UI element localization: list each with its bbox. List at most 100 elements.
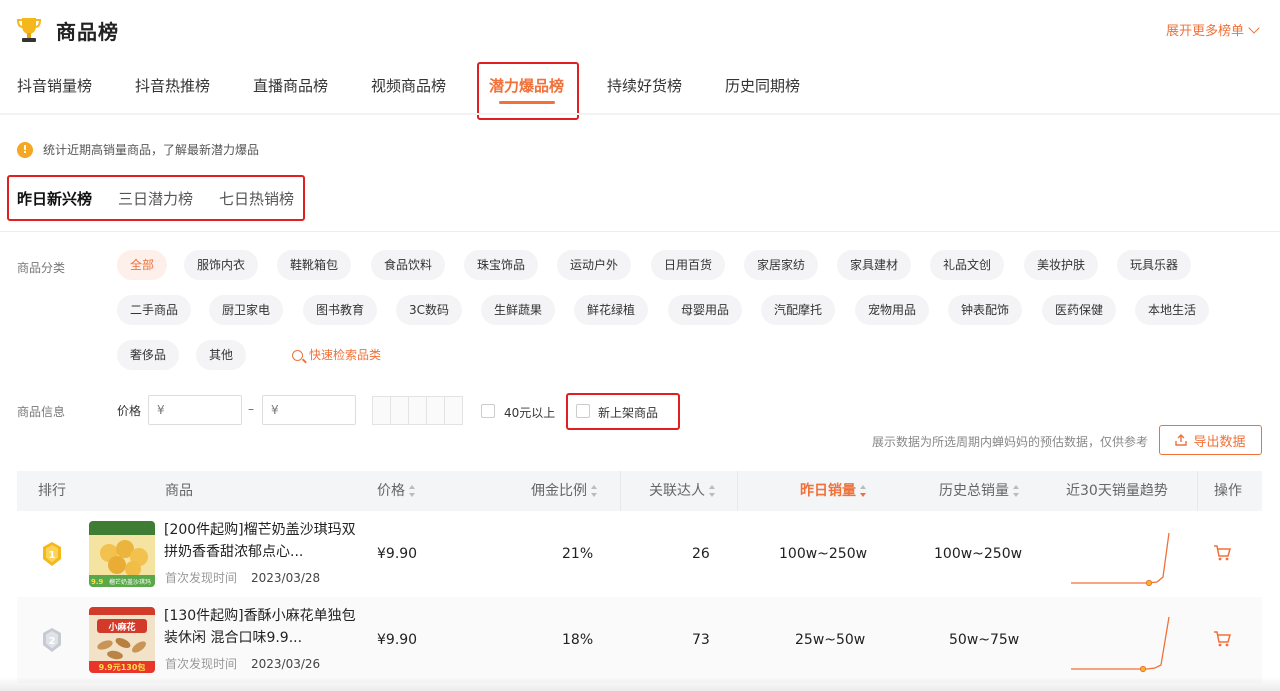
- header-price-label: 价格: [377, 483, 405, 499]
- category-chip[interactable]: 玩具乐器: [1117, 250, 1192, 280]
- category-chip[interactable]: 其他: [196, 340, 247, 370]
- category-chip-all[interactable]: 全部: [117, 250, 168, 280]
- quick-search-label: 快速检索品类: [309, 348, 382, 362]
- product-thumbnail[interactable]: 9.9 榴芒奶盖沙琪玛: [89, 521, 155, 587]
- tab-label: 抖音销量榜: [17, 77, 93, 95]
- preset-cell: [427, 397, 445, 424]
- header-action: 操作: [1214, 483, 1242, 499]
- header-total-sales[interactable]: 历史总销量: [939, 471, 1020, 511]
- category-chip[interactable]: 二手商品: [117, 295, 192, 325]
- yesterday-sales-cell: 100w~250w: [779, 546, 868, 562]
- product-name[interactable]: [200件起购]榴芒奶盖沙琪玛双拼奶香香甜浓郁点心...: [164, 519, 364, 563]
- sales-trend-sparkline[interactable]: [1067, 527, 1177, 587]
- info-notice: ! 统计近期高销量商品，了解最新潜力爆品: [17, 141, 259, 158]
- category-chip[interactable]: 鞋靴箱包: [277, 250, 352, 280]
- subtab-yesterday-new[interactable]: 昨日新兴榜: [17, 188, 92, 209]
- price-range-dash: –: [248, 402, 254, 416]
- category-chip[interactable]: 家居家纺: [744, 250, 819, 280]
- preset-cell: [391, 397, 409, 424]
- price-max-input[interactable]: [262, 395, 356, 425]
- trophy-icon: [16, 18, 42, 42]
- new-listed-checkbox[interactable]: [576, 404, 590, 418]
- sales-trend-sparkline[interactable]: [1067, 613, 1177, 673]
- tab-label: 视频商品榜: [371, 77, 447, 95]
- category-chip[interactable]: 本地生活: [1135, 295, 1210, 325]
- category-chip[interactable]: 3C数码: [396, 295, 463, 325]
- header-price[interactable]: 价格: [377, 471, 416, 511]
- svg-text:9.9: 9.9: [91, 578, 104, 586]
- first-found-label: 首次发现时间: [165, 657, 238, 671]
- cart-icon[interactable]: [1213, 545, 1231, 561]
- tab-potential-hits[interactable]: 潜力爆品榜: [489, 62, 564, 112]
- category-chip[interactable]: 珠宝饰品: [464, 250, 539, 280]
- header-rank: 排行: [38, 483, 66, 499]
- category-chip[interactable]: 日用百货: [651, 250, 726, 280]
- subtab-three-day[interactable]: 三日潜力榜: [118, 188, 193, 209]
- header-yesterday-sales[interactable]: 昨日销量: [800, 471, 867, 511]
- category-chip[interactable]: 图书教育: [303, 295, 378, 325]
- category-chip[interactable]: 服饰内衣: [184, 250, 259, 280]
- chevron-down-icon: [1248, 21, 1260, 34]
- category-chip[interactable]: 宠物用品: [855, 295, 930, 325]
- active-tab-underline: [498, 101, 555, 104]
- tab-video-products[interactable]: 视频商品榜: [371, 62, 446, 112]
- tab-douyin-sales[interactable]: 抖音销量榜: [17, 62, 92, 112]
- category-chip[interactable]: 鲜花绿植: [574, 295, 649, 325]
- tab-label: 直播商品榜: [253, 77, 329, 95]
- header-influencers-label: 关联达人: [649, 483, 705, 499]
- table-row[interactable]: 2 小麻花 9.9元130包 [130件起购]香酥小麻花单独包装休闲 混合口味9…: [17, 597, 1262, 683]
- tab-live-products[interactable]: 直播商品榜: [253, 62, 328, 112]
- gold-medal-icon: 1: [43, 542, 61, 566]
- category-chip[interactable]: 汽配摩托: [761, 295, 836, 325]
- header-commission[interactable]: 佣金比例: [531, 471, 598, 511]
- over-40-label: 40元以上: [504, 406, 556, 420]
- over-40-checkbox[interactable]: [481, 404, 495, 418]
- table-row[interactable]: 1 9.9 榴芒奶盖沙琪玛 [200件起购]榴芒奶盖沙琪玛双拼奶香香甜浓郁点心.…: [17, 511, 1262, 597]
- svg-text:榴芒奶盖沙琪玛: 榴芒奶盖沙琪玛: [109, 578, 151, 586]
- tab-douyin-hot[interactable]: 抖音热推榜: [135, 62, 210, 112]
- export-data-button[interactable]: 导出数据: [1159, 425, 1262, 455]
- tab-lasting-goods[interactable]: 持续好货榜: [607, 62, 682, 112]
- export-icon: [1175, 434, 1188, 446]
- first-found-date: 2023/03/26: [251, 657, 321, 671]
- price-cell: ¥9.90: [377, 546, 418, 562]
- category-chip[interactable]: 母婴用品: [668, 295, 743, 325]
- page-title: 商品榜: [56, 19, 119, 44]
- column-separator: [620, 471, 621, 511]
- price-min-input[interactable]: [148, 395, 242, 425]
- category-chip[interactable]: 运动户外: [557, 250, 632, 280]
- sort-desc-icon: [860, 485, 867, 497]
- category-chip[interactable]: 医药保健: [1042, 295, 1117, 325]
- quick-category-search[interactable]: 快速检索品类: [292, 340, 381, 370]
- sort-icon: [709, 485, 716, 497]
- category-chip[interactable]: 美妆护肤: [1024, 250, 1099, 280]
- yesterday-sales-cell: 25w~50w: [795, 632, 866, 648]
- category-chip[interactable]: 礼品文创: [930, 250, 1005, 280]
- header-total-sales-label: 历史总销量: [939, 483, 1009, 499]
- category-chip[interactable]: 生鲜蔬果: [481, 295, 556, 325]
- product-thumbnail[interactable]: 小麻花 9.9元130包: [89, 607, 155, 673]
- expand-more-lists[interactable]: 展开更多榜单: [1166, 20, 1260, 39]
- column-separator: [737, 471, 738, 511]
- svg-text:9.9元130包: 9.9元130包: [99, 662, 146, 672]
- filter-divider: [0, 231, 1280, 232]
- product-name[interactable]: [130件起购]香酥小麻花单独包装休闲 混合口味9.9...: [164, 605, 364, 649]
- table-header: 排行 商品 价格 佣金比例 关联达人 昨日销量 历史总销量 近30天销量趋势 操…: [17, 471, 1262, 511]
- cart-icon[interactable]: [1213, 631, 1231, 647]
- category-chip[interactable]: 奢侈品: [117, 340, 180, 370]
- influencers-cell: 73: [692, 632, 710, 648]
- subtab-seven-day[interactable]: 七日热销榜: [219, 188, 294, 209]
- svg-text:小麻花: 小麻花: [107, 621, 135, 633]
- category-chip[interactable]: 家具建材: [837, 250, 912, 280]
- silver-medal-icon: 2: [43, 628, 61, 652]
- tab-label: 抖音热推榜: [135, 77, 211, 95]
- product-info-label: 商品信息: [17, 405, 66, 419]
- category-chip[interactable]: 厨卫家电: [209, 295, 284, 325]
- category-chip[interactable]: 钟表配饰: [948, 295, 1023, 325]
- tab-historical-period[interactable]: 历史同期榜: [725, 62, 800, 112]
- first-found: 首次发现时间 2023/03/26: [165, 655, 320, 672]
- category-chip[interactable]: 食品饮料: [371, 250, 446, 280]
- header-commission-label: 佣金比例: [531, 483, 587, 499]
- header-influencers[interactable]: 关联达人: [649, 471, 716, 511]
- header-yesterday-sales-label: 昨日销量: [800, 483, 856, 499]
